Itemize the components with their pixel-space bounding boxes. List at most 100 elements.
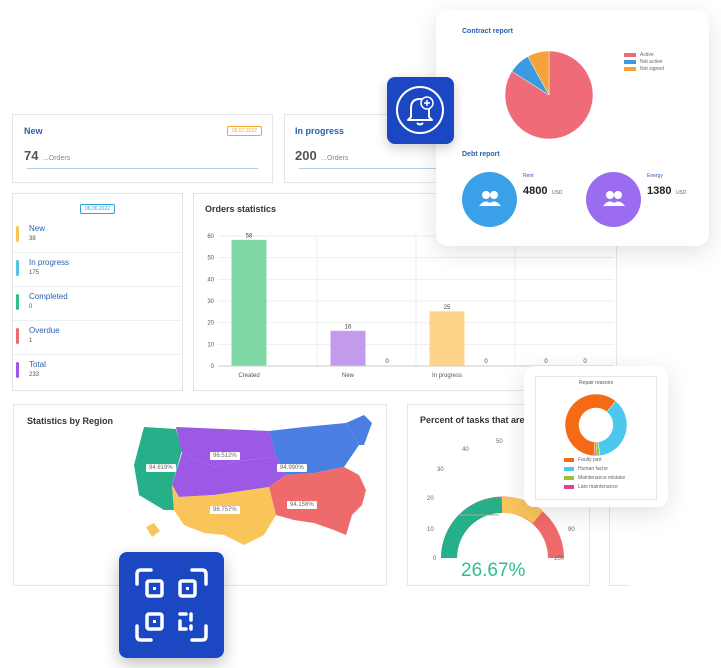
bar <box>330 330 366 367</box>
status-color-bar <box>16 362 19 378</box>
debt-report-title: Debt report <box>462 151 500 158</box>
legend-item: Faulty part <box>564 457 602 463</box>
count-value: 200 <box>295 148 317 163</box>
repair-donut-chart <box>564 393 628 457</box>
gauge-tick: 20 <box>427 496 434 502</box>
gauge-tick: 90 <box>568 527 575 533</box>
gauge-tick: 10 <box>427 527 434 533</box>
bar-value-label: 0 <box>544 359 548 365</box>
bell-plus-icon <box>396 86 444 134</box>
region-value-label: 94.158% <box>287 501 317 509</box>
bar-value-label: 0 <box>484 359 488 365</box>
count-value: 74 <box>24 148 39 163</box>
contract-pie-chart <box>504 50 594 140</box>
gauge-progress <box>441 497 503 559</box>
legend-label: Human factor <box>578 466 609 472</box>
contract-report-title: Contract report <box>462 28 513 35</box>
qr-scan-button[interactable] <box>119 552 224 658</box>
status-label: New <box>29 224 46 233</box>
date-badge: 06.07.2022 <box>226 126 262 136</box>
status-label: Total <box>29 360 46 369</box>
repair-reasons-card: Repair reasons Faulty part Human factor … <box>524 366 668 507</box>
add-notification-button[interactable] <box>387 77 454 144</box>
x-tick-label: In progress <box>432 373 462 379</box>
y-tick-label: 20 <box>207 321 214 327</box>
in-progress-title: In progress <box>295 126 345 136</box>
gauge-value: 26.67% <box>461 560 526 581</box>
status-item-new[interactable]: New 38 <box>13 218 181 253</box>
legend-label: Not active <box>640 59 663 65</box>
y-tick-label: 0 <box>211 364 215 370</box>
region-value-label: 96.512% <box>210 452 240 460</box>
rent-label: Rent <box>523 173 534 179</box>
status-label: In progress <box>29 258 70 267</box>
legend-label: Faulty part <box>578 457 602 463</box>
legend-item: Active <box>624 52 654 58</box>
count-suffix: ...Orders <box>42 155 71 162</box>
repair-reasons-title: Repair reasons <box>579 380 613 386</box>
underline <box>299 168 453 169</box>
region-southeast <box>269 467 366 535</box>
status-value: 38 <box>29 236 36 242</box>
status-color-bar <box>16 260 19 276</box>
legend-item: Late maintenance <box>564 484 618 490</box>
date-badge: 06.06.2022 <box>80 204 116 214</box>
users-icon <box>603 191 625 206</box>
status-value: 175 <box>29 270 40 276</box>
status-value: 0 <box>29 304 33 310</box>
qr-code-icon <box>135 568 208 642</box>
currency: USD <box>551 190 563 196</box>
status-value: 233 <box>29 372 40 378</box>
underline <box>27 168 258 169</box>
energy-label: Energy <box>647 173 663 179</box>
energy-amount: 1380 USD <box>647 181 687 199</box>
x-tick-label: Created <box>238 373 259 379</box>
y-tick-label: 30 <box>207 299 214 305</box>
amount-value: 1380 <box>647 185 672 197</box>
y-tick-label: 10 <box>207 342 214 348</box>
status-item-total[interactable]: Total 233 <box>13 354 181 388</box>
users-icon <box>479 191 501 206</box>
new-orders-count: 74 ...Orders <box>24 147 70 165</box>
y-tick-label: 60 <box>207 234 214 240</box>
region-value-label: 96.757% <box>210 506 240 514</box>
bar <box>429 311 465 367</box>
status-item-in-progress[interactable]: In progress 175 <box>13 252 181 287</box>
rent-amount: 4800 USD <box>523 181 563 199</box>
region-value-label: 94.619% <box>146 464 176 472</box>
legend-item: Human factor <box>564 466 608 472</box>
bar-value-label: 0 <box>583 359 587 365</box>
legend-label: Late maintenance <box>578 484 618 490</box>
in-progress-count: 200 ...Orders <box>295 147 348 165</box>
gauge-tick: 50 <box>496 439 503 445</box>
y-tick-label: 50 <box>207 256 214 262</box>
bar-value-label: 58 <box>246 233 253 239</box>
repair-reasons-inner: Repair reasons Faulty part Human factor … <box>535 376 657 500</box>
status-panel: 06.06.2022 New 38 In progress 175 Comple… <box>12 193 183 391</box>
status-label: Completed <box>29 292 68 301</box>
currency: USD <box>675 190 687 196</box>
bar-value-label: 25 <box>444 305 451 311</box>
gauge-tick: 30 <box>437 467 444 473</box>
bar-value-label: 16 <box>345 324 352 330</box>
bar <box>231 239 267 367</box>
legend-item: Maintenance mistake <box>564 475 625 481</box>
status-label: Overdue <box>29 326 60 335</box>
new-orders-card[interactable]: New 06.07.2022 74 ...Orders <box>12 114 273 183</box>
gauge-tick: 40 <box>462 447 469 453</box>
rent-icon[interactable] <box>462 172 517 227</box>
status-value: 1 <box>29 338 33 344</box>
status-color-bar <box>16 226 19 242</box>
new-orders-title: New <box>24 126 43 136</box>
y-tick-label: 40 <box>207 277 214 283</box>
status-item-completed[interactable]: Completed 0 <box>13 286 181 321</box>
status-color-bar <box>16 294 19 310</box>
gauge-tick: 100 <box>554 556 565 562</box>
status-color-bar <box>16 328 19 344</box>
region-hawaii <box>146 523 160 537</box>
x-tick-label: New <box>342 373 355 379</box>
energy-icon[interactable] <box>586 172 641 227</box>
status-item-overdue[interactable]: Overdue 1 <box>13 320 181 355</box>
legend-item: Not signed <box>624 66 664 72</box>
legend-label: Not signed <box>640 66 664 72</box>
